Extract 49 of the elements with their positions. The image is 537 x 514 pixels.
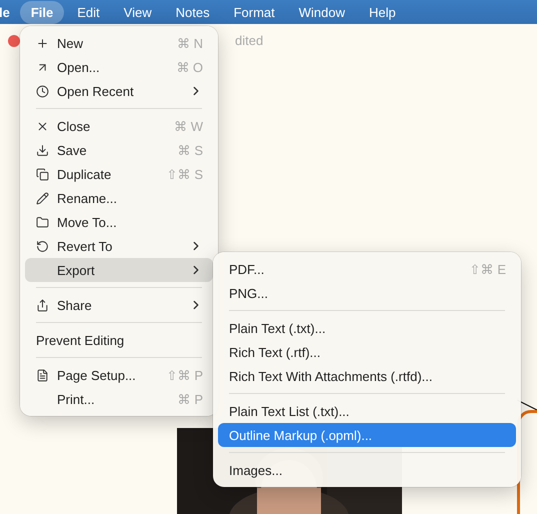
menu-item[interactable]: Open... ⌘ O: [25, 55, 213, 79]
shortcut-label: ⌘ O: [176, 60, 203, 74]
menu-item[interactable]: Plain Text List (.txt)...: [218, 399, 516, 423]
menu-bar-item[interactable]: Help: [358, 0, 407, 24]
shortcut-label: ⇧⌘ E: [470, 262, 506, 276]
revert-icon: [36, 240, 49, 252]
menu-item[interactable]: New ⌘ N: [25, 31, 213, 55]
menu-item[interactable]: PDF... ⇧⌘ E: [218, 257, 516, 281]
close-icon: [36, 120, 49, 132]
menu-item[interactable]: Page Setup... ⇧⌘ P: [25, 363, 213, 387]
save-icon: [36, 144, 49, 156]
duplicate-icon: [36, 168, 49, 180]
window-title: dited: [235, 33, 264, 48]
shortcut-label: ⇧⌘ S: [166, 166, 203, 182]
shortcut-label: ⌘ N: [177, 36, 203, 50]
menu-item[interactable]: PNG...: [218, 281, 516, 305]
menu-item[interactable]: Plain Text (.txt)...: [218, 316, 516, 340]
menu-bar-item[interactable]: Format: [222, 0, 286, 24]
menu-item[interactable]: Save ⌘ S: [25, 138, 213, 162]
close-window-button[interactable]: [8, 34, 20, 46]
folder-icon: [36, 216, 49, 228]
clock-icon: [36, 84, 49, 98]
menu-item[interactable]: Revert To: [25, 234, 213, 258]
menu-bar-item[interactable]: Notes: [164, 0, 221, 24]
menu-bar-item[interactable]: Window: [288, 0, 356, 24]
menu-item[interactable]: Share: [25, 293, 213, 317]
menu-item[interactable]: Print... ⌘ P: [25, 387, 213, 411]
shortcut-label: ⌘ S: [178, 142, 203, 158]
plus-icon: [36, 36, 49, 50]
menu-item[interactable]: Images...: [218, 458, 516, 482]
share-icon: [36, 298, 49, 312]
menu-item[interactable]: Open Recent: [25, 79, 213, 103]
menu-item[interactable]: Close ⌘ W: [25, 114, 213, 138]
pencil-icon: [36, 192, 49, 204]
menu-item[interactable]: Rich Text With Attachments (.rtfd)...: [218, 364, 516, 388]
menu-bar-item[interactable]: Edit: [66, 0, 111, 24]
menu-bar-item[interactable]: View: [112, 0, 163, 24]
app-name[interactable]: le: [0, 4, 10, 20]
menu-item[interactable]: Outline Markup (.opml)...: [218, 423, 516, 447]
menu-item[interactable]: Prevent Editing: [25, 328, 213, 352]
menu-item[interactable]: Duplicate ⇧⌘ S: [25, 162, 213, 186]
menu-item[interactable]: Rich Text (.rtf)...: [218, 340, 516, 364]
shortcut-label: ⇧⌘ P: [166, 368, 203, 382]
menu-item[interactable]: Rename...: [25, 186, 213, 210]
shortcut-label: ⌘ P: [178, 392, 203, 406]
page-icon: [36, 368, 49, 382]
menu-item[interactable]: Export: [25, 258, 213, 282]
menu-item[interactable]: Move To...: [25, 210, 213, 234]
shortcut-label: ⌘ W: [174, 118, 203, 134]
